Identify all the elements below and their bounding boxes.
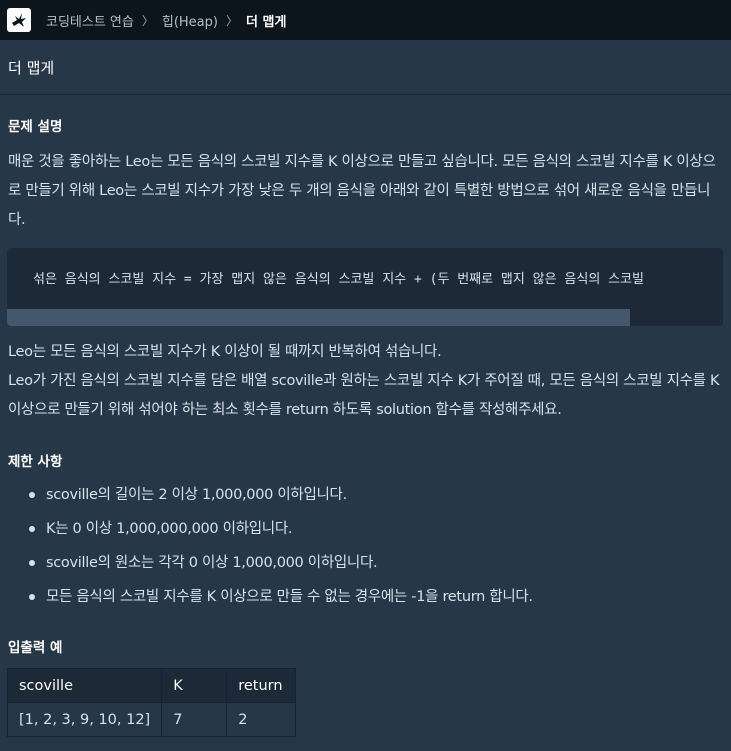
bullet-icon	[29, 560, 35, 566]
constraints-heading: 제한 사항	[8, 454, 63, 470]
logo-mark	[12, 13, 26, 27]
list-item: scoville의 원소는 각각 0 이상 1,000,000 이하입니다.	[0, 546, 533, 580]
formula-code: 섞은 음식의 스코빌 지수 = 가장 맵지 않은 음식의 스코빌 지수 + (두…	[33, 272, 645, 287]
bullet-icon	[29, 526, 35, 532]
problem-title: 더 맵게	[8, 59, 55, 77]
constraints-list: scoville의 길이는 2 이상 1,000,000 이하입니다. K는 0…	[0, 478, 533, 614]
description-intro: 매운 것을 좋아하는 Leo는 모든 음식의 스코빌 지수를 K 이상으로 만들…	[8, 154, 716, 228]
formula-code-block: 섞은 음식의 스코빌 지수 = 가장 맵지 않은 음식의 스코빌 지수 + (두…	[7, 248, 723, 326]
constraint-text: 모든 음식의 스코빌 지수를 K 이상으로 만들 수 없는 경우에는 -1을 r…	[46, 589, 533, 605]
bullet-icon	[29, 492, 35, 498]
list-item: 모든 음식의 스코빌 지수를 K 이상으로 만들 수 없는 경우에는 -1을 r…	[0, 580, 533, 614]
list-item: K는 0 이상 1,000,000,000 이하입니다.	[0, 512, 533, 546]
constraint-text: scoville의 길이는 2 이상 1,000,000 이하입니다.	[46, 487, 347, 503]
constraint-text: K는 0 이상 1,000,000,000 이하입니다.	[46, 521, 293, 537]
scrollbar-thumb[interactable]	[7, 309, 630, 326]
description-outro: Leo는 모든 음식의 스코빌 지수가 K 이상이 될 때까지 반복하여 섞습니…	[8, 344, 720, 418]
table-header-row: scoville K return	[6, 668, 297, 703]
chevron-right-icon: 〉	[225, 13, 238, 28]
list-item: scoville의 길이는 2 이상 1,000,000 이하입니다.	[0, 478, 533, 512]
breadcrumb-item-coding-test[interactable]: 코딩테스트 연습	[46, 11, 134, 30]
column-header-k: K	[161, 668, 228, 703]
cell-k: 7	[161, 702, 228, 737]
examples-heading: 입출력 예	[8, 640, 63, 656]
chevron-right-icon: 〉	[141, 13, 154, 28]
table-row: [1, 2, 3, 9, 10, 12] 7 2	[6, 702, 297, 737]
breadcrumb-current: 더 맵게	[246, 14, 287, 30]
examples-table: scoville K return [1, 2, 3, 9, 10, 12] 7…	[6, 668, 297, 737]
breadcrumb: 코딩테스트 연습 〉 힙(Heap) 〉 더 맵게	[46, 11, 286, 30]
description-heading: 문제 설명	[8, 119, 63, 135]
code-horizontal-scrollbar[interactable]	[7, 309, 723, 326]
problem-title-bar: 더 맵게	[0, 40, 731, 95]
column-header-scoville: scoville	[6, 668, 163, 703]
programmers-logo-icon[interactable]	[7, 8, 31, 32]
top-navigation-bar: 코딩테스트 연습 〉 힙(Heap) 〉 더 맵게	[0, 0, 731, 40]
bullet-icon	[29, 594, 35, 600]
constraint-text: scoville의 원소는 각각 0 이상 1,000,000 이하입니다.	[46, 555, 378, 571]
cell-return: 2	[226, 702, 297, 737]
cell-scoville: [1, 2, 3, 9, 10, 12]	[6, 702, 163, 737]
breadcrumb-item-heap[interactable]: 힙(Heap)	[162, 11, 218, 30]
column-header-return: return	[226, 668, 297, 703]
